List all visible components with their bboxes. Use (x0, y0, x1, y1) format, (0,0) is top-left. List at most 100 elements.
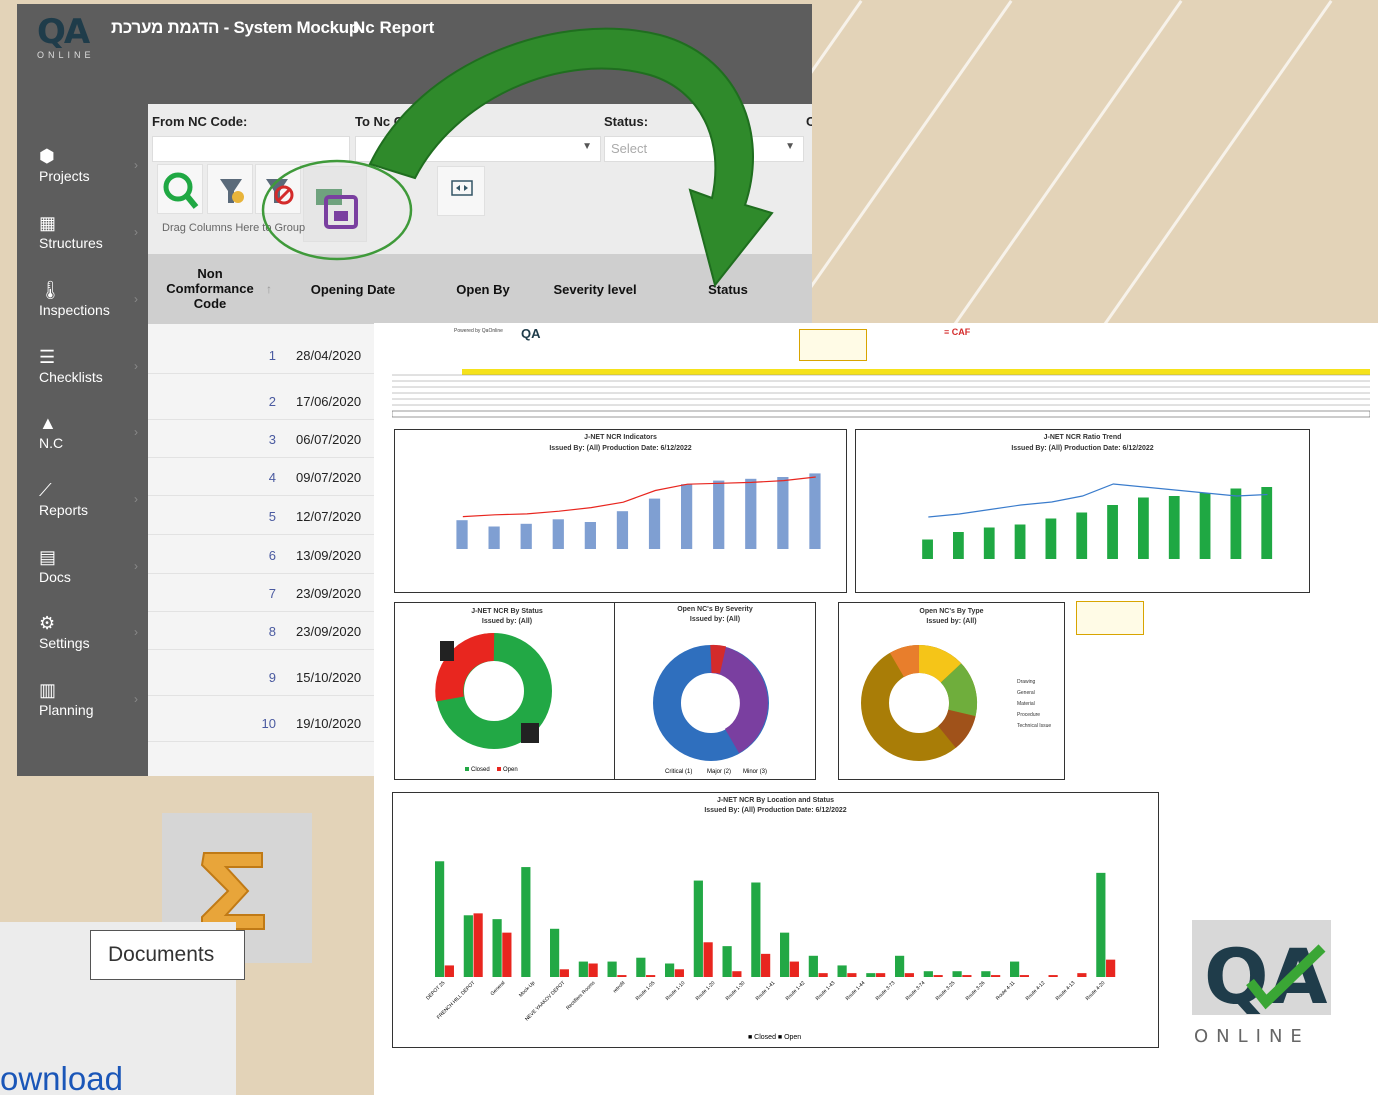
indicator-bar (777, 477, 789, 549)
chart-title: Open NC's By Severity (677, 606, 753, 613)
indicator-bar (713, 480, 725, 549)
list-icon: ☰ (39, 347, 56, 367)
sidebar-item-nc[interactable]: ▲ N.C › (17, 407, 148, 467)
open-bar (847, 973, 857, 977)
location-label: DEPOT 25 (425, 980, 446, 1001)
location-label: Route 4-12 (1025, 980, 1047, 1002)
closed-bar (981, 971, 991, 977)
closed-bar (952, 971, 962, 977)
sidebar-item-reports[interactable]: ⟋ Reports › (17, 474, 148, 534)
indicator-bar (648, 498, 661, 549)
chart-subtitle: Issued By: (All) Production Date: 6/12/2… (549, 445, 692, 452)
ratio-bar (922, 539, 933, 559)
indicators-chart (456, 473, 821, 549)
closed-bar (521, 867, 531, 977)
closed-bar (780, 932, 790, 977)
sidebar-item-label: Reports (39, 502, 89, 518)
type-legend-item: Material (1017, 701, 1035, 707)
row-number[interactable]: 10 (148, 716, 276, 731)
row-number[interactable]: 2 (148, 394, 276, 409)
ratio-bar (1199, 493, 1211, 559)
indicator-bar (681, 484, 693, 549)
row-number[interactable]: 3 (148, 432, 276, 447)
row-opening-date: 12/07/2020 (296, 509, 362, 524)
sidebar-item-label: N.C (39, 435, 64, 451)
closed-bar (463, 915, 473, 977)
issued-by-slicer[interactable] (799, 329, 867, 361)
indicator-bar (488, 526, 500, 549)
open-bar (991, 975, 1001, 977)
indicator-line (462, 476, 816, 518)
download-link[interactable]: ownload (0, 1060, 123, 1095)
open-bar (473, 913, 483, 977)
chart-subtitle: Issued by: (All) (481, 618, 533, 625)
row-number[interactable]: 6 (148, 548, 276, 563)
open-bar (732, 971, 742, 977)
sidebar-item-settings[interactable]: ⚙ Settings › (17, 607, 148, 667)
severity-donut (653, 644, 769, 761)
chart-title: J-NET NCR Indicators (584, 434, 657, 441)
closed-bar (607, 961, 617, 977)
row-number[interactable]: 4 (148, 470, 276, 485)
severity-legend-minor: Minor (3) (743, 769, 768, 775)
sidebar-item-label: Checklists (39, 369, 103, 385)
row-number[interactable]: 1 (148, 348, 276, 363)
severity-legend-critical: Critical (1) (665, 769, 693, 775)
location-label: Route 3-26 (965, 980, 987, 1002)
row-opening-date: 06/07/2020 (296, 432, 362, 447)
location-label: Route 1-05 (635, 980, 657, 1002)
open-bar (1019, 975, 1029, 977)
closed-bar (923, 971, 933, 977)
legend-open: Open (503, 767, 518, 773)
callout-arrow (261, 27, 774, 288)
open-bar (617, 975, 627, 977)
location-label: Route 1-30 (725, 980, 747, 1002)
row-number[interactable]: 7 (148, 586, 276, 601)
report-powered-by: Powered by QaOnline (454, 328, 503, 334)
chevron-right-icon: › (134, 492, 138, 506)
open-bar (703, 942, 713, 977)
row-opening-date: 09/07/2020 (296, 470, 362, 485)
closed-bar (550, 928, 560, 977)
indicator-bar (584, 522, 596, 549)
corner-logo: QA ONLINE (1190, 918, 1333, 1048)
sidebar-item-label: Settings (39, 635, 90, 651)
row-number[interactable]: 5 (148, 509, 276, 524)
row-number[interactable]: 8 (148, 624, 276, 639)
severity-chart-panel: Open NC's By Severity Issued by: (All) C… (614, 602, 816, 780)
open-bar (962, 975, 972, 977)
report-logo: QA (521, 326, 541, 341)
closed-bar (578, 961, 588, 977)
chevron-right-icon: › (134, 559, 138, 573)
location-label: Route 1-41 (755, 980, 777, 1002)
sidebar-item-checklists[interactable]: ☰ Checklists › (17, 341, 148, 401)
row-number[interactable]: 9 (148, 670, 276, 685)
issued-by-slicer-2[interactable] (1076, 601, 1144, 635)
closed-bar (837, 965, 847, 977)
type-legend: Drawing General Material Procedure Techn… (1017, 677, 1051, 732)
chart-title: J-NET NCR By Location and Status (716, 797, 835, 804)
documents-tooltip: Documents (90, 930, 245, 980)
type-legend-item: Procedure (1017, 712, 1041, 718)
open-bar (789, 961, 799, 977)
open-bar (674, 969, 684, 977)
indicator-bar (616, 511, 629, 549)
caf-logo: ≡ CAF (944, 327, 971, 337)
location-legend: ■ Closed ■ Open (748, 1034, 801, 1041)
indicator-bar (745, 478, 757, 549)
location-label: Route 4-20 (1085, 980, 1107, 1002)
sidebar-item-planning[interactable]: ▥ Planning › (17, 674, 148, 734)
location-chart-panel: J-NET NCR By Location and Status Issued … (392, 792, 1159, 1048)
closed-bar (1096, 872, 1106, 977)
open-bar (1077, 973, 1087, 977)
row-opening-date: 15/10/2020 (296, 670, 362, 685)
closed-bar (665, 963, 675, 977)
ratio-bar (1076, 512, 1088, 559)
closed-bar (492, 919, 502, 977)
open-bar (761, 953, 771, 977)
location-label: Route 1-43 (815, 980, 837, 1002)
sidebar-item-docs[interactable]: ▤ Docs › (17, 541, 148, 601)
ratio-bar (1230, 488, 1242, 559)
location-label: retrofit (612, 980, 627, 995)
chart-title: J-NET NCR By Status (471, 608, 543, 615)
